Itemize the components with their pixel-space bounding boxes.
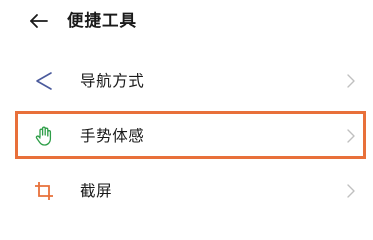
chevron-right-icon	[347, 129, 355, 143]
header: 便捷工具	[0, 0, 373, 42]
list-item-label: 导航方式	[80, 72, 145, 90]
crop-icon	[35, 182, 53, 200]
list-item-screenshot[interactable]: 截屏	[0, 166, 373, 216]
list-item-label: 截屏	[80, 182, 113, 200]
chevron-right-icon	[347, 184, 355, 198]
list-item-label: 手势体感	[80, 127, 145, 145]
settings-page: 便捷工具 导航方式 手势体感 截屏	[0, 0, 373, 210]
list-item-navigation-mode[interactable]: 导航方式	[0, 56, 373, 106]
hand-gesture-icon	[35, 126, 52, 146]
chevron-right-icon	[347, 74, 355, 88]
back-arrow-icon[interactable]	[28, 10, 50, 32]
list-item-gesture-motion[interactable]: 手势体感	[0, 111, 373, 161]
navigation-triangle-icon	[36, 72, 52, 90]
page-title: 便捷工具	[67, 11, 137, 30]
